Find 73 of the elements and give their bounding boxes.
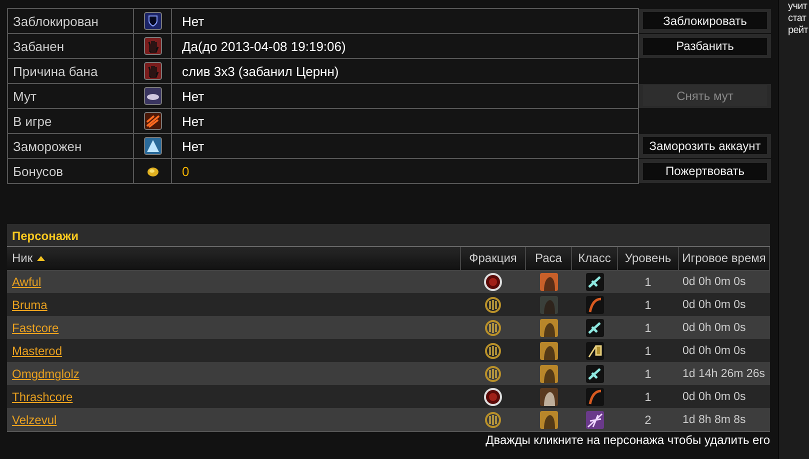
field-label: Мут <box>8 84 134 108</box>
level-cell: 1 <box>618 316 678 339</box>
scroll-icon <box>144 87 162 105</box>
field-value: слив 3х3 (забанил Цернн) <box>172 58 638 84</box>
field-label: Заморожен <box>8 134 134 158</box>
coin-icon <box>146 166 158 177</box>
shield-icon <box>144 12 162 30</box>
race-icon <box>540 318 558 336</box>
card-class-icon <box>586 342 604 360</box>
hand-icon <box>144 62 162 80</box>
field-value: Нет <box>172 8 638 34</box>
level-cell: 1 <box>618 385 678 408</box>
field-value: 0 <box>172 158 638 184</box>
sidebar-text: рейт <box>788 25 809 37</box>
character-link[interactable]: Fastcore <box>12 320 59 334</box>
sidebar-text: учит <box>788 1 808 13</box>
alliance-emblem-icon <box>485 318 501 336</box>
level-cell: 1 <box>618 270 678 293</box>
action-button[interactable]: Пожертвовать <box>643 162 767 180</box>
character-link[interactable]: Bruma <box>12 298 48 312</box>
field-value: Нет <box>172 108 638 134</box>
action-button[interactable]: Разбанить <box>643 38 767 54</box>
alliance-emblem-icon <box>485 364 501 382</box>
playtime-cell: 0d 0h 0m 0s <box>678 385 770 408</box>
gun-class-icon <box>586 364 604 382</box>
field-label: Забанен <box>8 34 134 58</box>
sidebar-text: стат <box>788 13 808 25</box>
field-label: Заблокирован <box>8 8 134 34</box>
action-button[interactable]: Заблокировать <box>643 12 767 30</box>
field-value: Нет <box>172 84 638 108</box>
level-cell: 1 <box>618 362 678 385</box>
character-link[interactable]: Masterod <box>12 344 62 358</box>
race-icon <box>540 296 558 314</box>
horde-emblem-icon <box>483 386 503 406</box>
alliance-emblem-icon <box>485 342 501 360</box>
column-header[interactable]: Ник <box>12 251 33 266</box>
character-link[interactable]: Velzevul <box>12 412 57 426</box>
gun-class-icon <box>586 272 604 291</box>
hint-text: Дважды кликните на персонажа чтобы удалить его <box>7 431 770 447</box>
field-label: Бонусов <box>8 158 134 184</box>
character-link[interactable]: Thrashcore <box>12 390 73 404</box>
field-value: Да(до 2013-04-08 19:19:06) <box>172 34 638 58</box>
playtime-cell: 0d 0h 0m 0s <box>678 339 770 362</box>
field-label: В игре <box>8 108 134 134</box>
claw-class-icon <box>586 410 604 428</box>
bow-class-icon <box>586 388 604 406</box>
alliance-emblem-icon <box>485 296 501 314</box>
race-icon <box>540 388 558 406</box>
level-cell: 2 <box>618 408 678 431</box>
hand-icon <box>144 37 162 55</box>
race-icon <box>540 410 558 428</box>
level-cell: 1 <box>618 339 678 362</box>
bow-class-icon <box>586 296 604 314</box>
playtime-cell: 1d 8h 8m 8s <box>678 408 770 431</box>
field-label: Причина бана <box>8 58 134 84</box>
playtime-cell: 0d 0h 0m 0s <box>678 316 770 339</box>
action-button[interactable]: Заморозить аккаунт <box>643 137 767 154</box>
character-link[interactable]: Awful <box>12 274 42 289</box>
horde-emblem-icon <box>483 272 503 292</box>
section-title: Персонажи <box>7 224 770 247</box>
frost-icon <box>144 137 162 155</box>
gun-class-icon <box>586 318 604 336</box>
fire-icon <box>144 112 162 130</box>
race-icon <box>540 342 558 360</box>
character-link[interactable]: Omgdmglolz <box>12 366 80 380</box>
playtime-cell: 0d 0h 0m 0s <box>678 293 770 316</box>
playtime-cell: 1d 14h 26m 26s <box>678 362 770 385</box>
field-value: Нет <box>172 134 638 158</box>
playtime-cell: 0d 0h 0m 0s <box>678 270 770 293</box>
alliance-emblem-icon <box>485 410 501 428</box>
level-cell: 1 <box>618 293 678 316</box>
race-icon <box>540 272 558 291</box>
race-icon <box>540 364 558 382</box>
